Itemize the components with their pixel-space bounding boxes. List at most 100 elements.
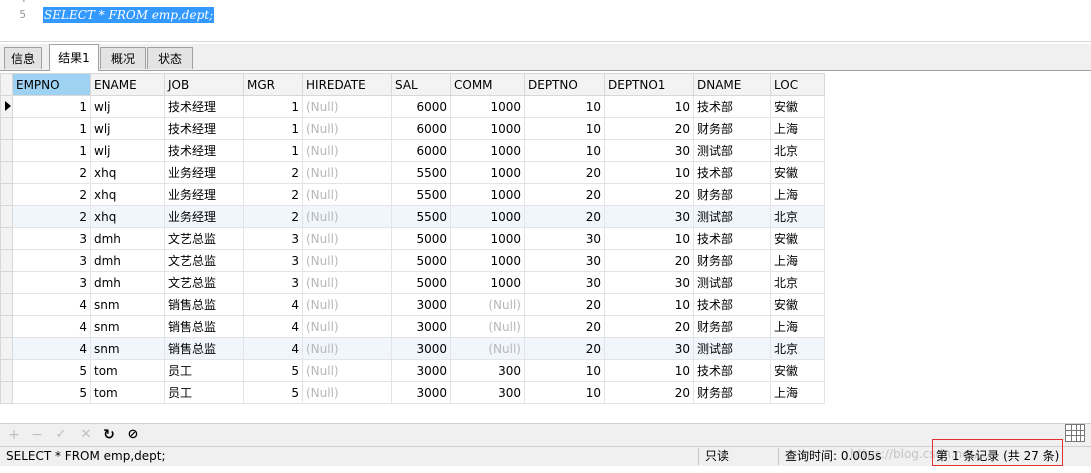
cell-deptno[interactable]: 20 — [524, 183, 605, 206]
cell-comm[interactable]: 300 — [450, 359, 525, 382]
check-icon[interactable]: ✓ — [52, 426, 70, 444]
cell-ename[interactable]: dmh — [90, 271, 165, 294]
cell-dname[interactable]: 财务部 — [693, 183, 771, 206]
cell-deptno1[interactable]: 10 — [604, 359, 694, 382]
column-header-loc[interactable]: LOC — [770, 73, 825, 96]
column-header-sal[interactable]: SAL — [391, 73, 451, 96]
table-row[interactable]: 1 wlj 技术经理 1 (Null) 6000 1000 10 30 测试部 北京 — [0, 139, 825, 162]
cell-deptno1[interactable]: 10 — [604, 161, 694, 184]
cell-mgr[interactable]: 5 — [243, 381, 303, 404]
cell-ename[interactable]: xhq — [90, 161, 165, 184]
cell-comm[interactable]: 1000 — [450, 139, 525, 162]
cell-job[interactable]: 文艺总监 — [164, 271, 244, 294]
cell-empno[interactable]: 2 — [12, 161, 91, 184]
column-header-job[interactable]: JOB — [164, 73, 244, 96]
row-indicator[interactable] — [0, 381, 13, 404]
cell-loc[interactable]: 北京 — [770, 271, 825, 294]
column-header-deptno[interactable]: DEPTNO — [524, 73, 605, 96]
cell-ename[interactable]: dmh — [90, 227, 165, 250]
cell-ename[interactable]: wlj — [90, 117, 165, 140]
cell-job[interactable]: 技术经理 — [164, 139, 244, 162]
column-header-empno[interactable]: EMPNO — [12, 73, 91, 96]
cell-dname[interactable]: 财务部 — [693, 117, 771, 140]
cell-job[interactable]: 技术经理 — [164, 117, 244, 140]
cell-sal[interactable]: 5000 — [391, 227, 451, 250]
table-row[interactable]: 2 xhq 业务经理 2 (Null) 5500 1000 20 20 财务部 上海 — [0, 183, 825, 206]
cell-dname[interactable]: 技术部 — [693, 95, 771, 118]
cell-hiredate[interactable]: (Null) — [302, 249, 392, 272]
cell-mgr[interactable]: 3 — [243, 227, 303, 250]
cell-empno[interactable]: 4 — [12, 337, 91, 360]
cell-sal[interactable]: 5500 — [391, 183, 451, 206]
cell-empno[interactable]: 2 — [12, 183, 91, 206]
cell-empno[interactable]: 3 — [12, 249, 91, 272]
table-row[interactable]: 2 xhq 业务经理 2 (Null) 5500 1000 20 30 测试部 北京 — [0, 205, 825, 228]
cell-dname[interactable]: 测试部 — [693, 337, 771, 360]
cell-sal[interactable]: 5500 — [391, 161, 451, 184]
cell-loc[interactable]: 上海 — [770, 249, 825, 272]
table-row[interactable]: 1 wlj 技术经理 1 (Null) 6000 1000 10 20 财务部 上海 — [0, 117, 825, 140]
cell-mgr[interactable]: 4 — [243, 337, 303, 360]
cell-job[interactable]: 业务经理 — [164, 183, 244, 206]
cell-mgr[interactable]: 4 — [243, 315, 303, 338]
cell-deptno[interactable]: 10 — [524, 381, 605, 404]
cell-sal[interactable]: 6000 — [391, 95, 451, 118]
cell-comm[interactable]: 1000 — [450, 227, 525, 250]
table-row[interactable]: 5 tom 员工 5 (Null) 3000 300 10 20 财务部 上海 — [0, 381, 825, 404]
cell-mgr[interactable]: 3 — [243, 249, 303, 272]
cell-deptno[interactable]: 20 — [524, 337, 605, 360]
cell-comm[interactable]: 1000 — [450, 183, 525, 206]
cell-ename[interactable]: wlj — [90, 139, 165, 162]
minus-icon[interactable]: − — [28, 426, 46, 444]
row-indicator[interactable] — [0, 139, 13, 162]
cell-deptno[interactable]: 10 — [524, 117, 605, 140]
cell-hiredate[interactable]: (Null) — [302, 381, 392, 404]
cell-loc[interactable]: 安徽 — [770, 293, 825, 316]
cell-deptno[interactable]: 20 — [524, 161, 605, 184]
table-row[interactable]: 1 wlj 技术经理 1 (Null) 6000 1000 10 10 技术部 安徽 — [0, 95, 825, 118]
tab-overview[interactable]: 概况 — [100, 47, 146, 69]
cell-loc[interactable]: 北京 — [770, 337, 825, 360]
cell-sal[interactable]: 5000 — [391, 271, 451, 294]
cell-loc[interactable]: 安徽 — [770, 359, 825, 382]
cell-job[interactable]: 销售总监 — [164, 293, 244, 316]
table-row[interactable]: 3 dmh 文艺总监 3 (Null) 5000 1000 30 20 财务部 上海 — [0, 249, 825, 272]
cell-deptno1[interactable]: 30 — [604, 139, 694, 162]
cell-sal[interactable]: 5000 — [391, 249, 451, 272]
row-indicator[interactable] — [0, 227, 13, 250]
cell-dname[interactable]: 技术部 — [693, 293, 771, 316]
cell-loc[interactable]: 上海 — [770, 183, 825, 206]
table-row[interactable]: 5 tom 员工 5 (Null) 3000 300 10 10 技术部 安徽 — [0, 359, 825, 382]
row-indicator[interactable] — [0, 271, 13, 294]
cell-ename[interactable]: dmh — [90, 249, 165, 272]
table-row[interactable]: 3 dmh 文艺总监 3 (Null) 5000 1000 30 10 技术部 安徽 — [0, 227, 825, 250]
grid-icon[interactable] — [1065, 424, 1085, 442]
row-indicator[interactable] — [0, 315, 13, 338]
cell-dname[interactable]: 测试部 — [693, 139, 771, 162]
tab-info[interactable]: 信息 — [4, 47, 42, 69]
cell-hiredate[interactable]: (Null) — [302, 139, 392, 162]
cell-sal[interactable]: 3000 — [391, 337, 451, 360]
cell-deptno1[interactable]: 30 — [604, 337, 694, 360]
column-header-deptno1[interactable]: DEPTNO1 — [604, 73, 694, 96]
cell-deptno1[interactable]: 30 — [604, 205, 694, 228]
column-header-mgr[interactable]: MGR — [243, 73, 303, 96]
cell-comm[interactable]: (Null) — [450, 315, 525, 338]
cell-mgr[interactable]: 4 — [243, 293, 303, 316]
cell-mgr[interactable]: 1 — [243, 95, 303, 118]
cell-ename[interactable]: tom — [90, 359, 165, 382]
plus-icon[interactable]: + — [5, 426, 23, 444]
cell-deptno[interactable]: 30 — [524, 249, 605, 272]
cell-job[interactable]: 文艺总监 — [164, 227, 244, 250]
cell-hiredate[interactable]: (Null) — [302, 271, 392, 294]
tab-result1[interactable]: 结果1 — [49, 44, 99, 71]
cell-mgr[interactable]: 3 — [243, 271, 303, 294]
cell-empno[interactable]: 4 — [12, 293, 91, 316]
cell-deptno1[interactable]: 20 — [604, 315, 694, 338]
cell-deptno1[interactable]: 20 — [604, 249, 694, 272]
cell-deptno[interactable]: 10 — [524, 139, 605, 162]
cell-sal[interactable]: 6000 — [391, 117, 451, 140]
cell-ename[interactable]: snm — [90, 293, 165, 316]
cell-sal[interactable]: 3000 — [391, 359, 451, 382]
row-indicator[interactable] — [0, 293, 13, 316]
